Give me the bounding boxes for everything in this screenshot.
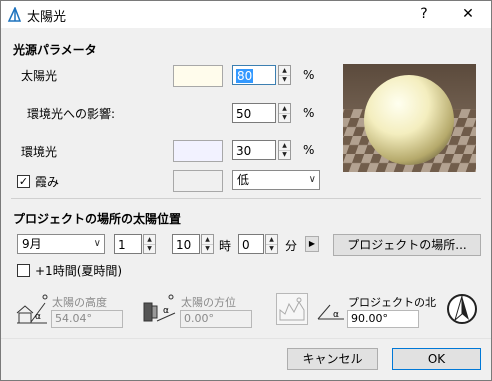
ambient-label: 環境光への影響: xyxy=(27,107,116,121)
svg-text:α: α xyxy=(333,310,339,320)
light-params-heading: 光源パラメータ xyxy=(13,43,97,57)
svg-text:α: α xyxy=(35,312,41,322)
day-input[interactable]: 1 xyxy=(114,234,142,254)
shadow-quality-value: 低 xyxy=(237,173,250,187)
shadow-quality-select[interactable]: 低 ∨ xyxy=(232,170,320,190)
spin-down-icon[interactable]: ▼ xyxy=(279,75,290,84)
sunlight-dialog: 太陽光 ? ✕ 光源パラメータ 太陽光 80 ▲ ▼ % 環境光への影響: 50 … xyxy=(0,0,492,381)
sun-color-swatch[interactable] xyxy=(173,65,223,87)
chevron-down-icon: ∨ xyxy=(93,238,101,249)
section-divider xyxy=(11,198,481,199)
sun-label: 太陽光 xyxy=(21,69,58,83)
env-label: 環境光 xyxy=(21,145,58,159)
env-spinner[interactable]: ▲ ▼ xyxy=(278,140,291,160)
hour-spinner[interactable]: ▲ ▼ xyxy=(201,234,214,254)
env-percent: % xyxy=(303,143,315,157)
help-button[interactable]: ? xyxy=(409,4,439,24)
spin-down-icon[interactable]: ▼ xyxy=(202,244,213,253)
azimuth-field: 0.00° xyxy=(180,310,252,328)
spin-down-icon[interactable]: ▼ xyxy=(144,244,155,253)
azimuth-label: 太陽の方位 xyxy=(181,296,236,309)
sun-path-icon xyxy=(276,293,308,325)
sun-position-heading: プロジェクトの場所の太陽位置 xyxy=(13,212,182,226)
shadow-color-swatch[interactable] xyxy=(173,170,223,192)
title-bar: 太陽光 ? ✕ xyxy=(1,1,491,28)
minute-input[interactable]: 0 xyxy=(238,234,264,254)
env-input[interactable]: 30 xyxy=(232,140,276,160)
shadow-label: 霞み xyxy=(35,175,60,189)
ambient-spinner[interactable]: ▲ ▼ xyxy=(278,103,291,123)
shadow-checkbox[interactable]: ✓ xyxy=(17,175,30,188)
month-value: 9月 xyxy=(22,237,42,251)
ambient-input[interactable]: 50 xyxy=(232,103,276,123)
close-button[interactable]: ✕ xyxy=(453,4,483,24)
hour-input[interactable]: 10 xyxy=(172,234,200,254)
month-select[interactable]: 9月 ∨ xyxy=(17,234,105,254)
dst-label: +1時間(夏時間) xyxy=(35,264,123,278)
minute-unit: 分 xyxy=(285,239,298,253)
window-title: 太陽光 xyxy=(27,10,67,25)
env-color-swatch[interactable] xyxy=(173,140,223,162)
sun-altitude-icon: α xyxy=(16,294,48,324)
chevron-down-icon: ∨ xyxy=(308,174,316,185)
spin-down-icon[interactable]: ▼ xyxy=(279,113,290,122)
minute-spinner[interactable]: ▲ ▼ xyxy=(265,234,278,254)
hour-unit: 時 xyxy=(219,239,232,253)
altitude-field: 54.04° xyxy=(51,310,123,328)
compass-north-icon[interactable] xyxy=(446,293,478,325)
app-icon xyxy=(7,7,22,22)
footer-divider xyxy=(1,338,491,339)
dst-checkbox[interactable] xyxy=(17,264,30,277)
project-north-label: プロジェクトの北 xyxy=(348,296,436,309)
spin-down-icon[interactable]: ▼ xyxy=(266,244,277,253)
ambient-percent: % xyxy=(303,106,315,120)
project-location-button[interactable]: プロジェクトの場所... xyxy=(333,234,481,256)
altitude-label: 太陽の高度 xyxy=(52,296,107,309)
project-north-field: 90.00° xyxy=(347,310,419,328)
spin-down-icon[interactable]: ▼ xyxy=(279,150,290,159)
ok-button[interactable]: OK xyxy=(392,348,481,370)
sun-intensity-input[interactable]: 80 xyxy=(232,65,276,85)
sun-azimuth-icon: α xyxy=(143,294,176,322)
project-north-icon: α xyxy=(317,304,344,320)
sun-intensity-spinner[interactable]: ▲ ▼ xyxy=(278,65,291,85)
svg-text:α: α xyxy=(163,306,169,316)
sun-percent: % xyxy=(303,68,315,82)
cancel-button[interactable]: キャンセル xyxy=(287,348,378,370)
day-spinner[interactable]: ▲ ▼ xyxy=(143,234,156,254)
play-arrow-button[interactable]: ▶ xyxy=(305,236,319,252)
light-preview xyxy=(343,64,476,172)
